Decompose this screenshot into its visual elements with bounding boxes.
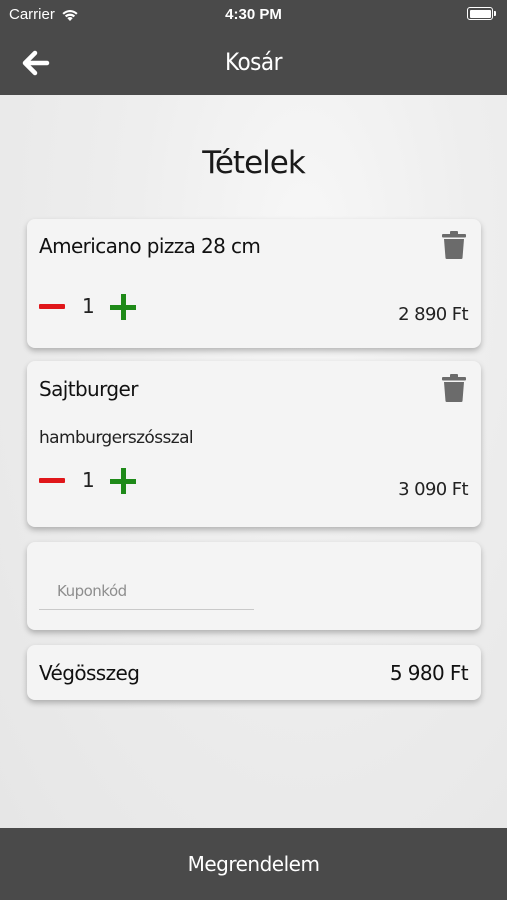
decrease-quantity-button[interactable] [39, 478, 65, 483]
decrease-quantity-button[interactable] [39, 304, 65, 309]
order-button[interactable]: Megrendelem [0, 828, 507, 900]
cart-item: Americano pizza 28 cm 1 2 890 Ft [27, 219, 481, 348]
page-title: Kosár [224, 48, 283, 76]
total-card: Végösszeg 5 980 Ft [27, 645, 481, 700]
increase-quantity-button[interactable] [110, 468, 136, 494]
trash-icon[interactable] [442, 374, 466, 402]
item-name: Sajtburger [39, 377, 138, 401]
clock: 4:30 PM [225, 6, 282, 23]
items-heading: Tételek [202, 145, 306, 181]
item-price: 3 090 Ft [398, 479, 468, 500]
cart-content: Tételek Americano pizza 28 cm 1 2 890 Ft… [0, 95, 507, 828]
coupon-input[interactable] [39, 572, 254, 610]
total-value: 5 980 Ft [389, 661, 469, 685]
nav-bar: Kosár [0, 30, 507, 95]
battery-icon [467, 7, 496, 20]
item-note: hamburgerszósszal [39, 428, 194, 448]
status-bar: Carrier 4:30 PM [0, 0, 507, 30]
coupon-card [27, 542, 481, 630]
trash-icon[interactable] [442, 231, 466, 259]
item-price: 2 890 Ft [398, 304, 468, 325]
item-name: Americano pizza 28 cm [39, 234, 261, 258]
cart-item: Sajtburger hamburgerszósszal 1 3 090 Ft [27, 361, 481, 527]
increase-quantity-button[interactable] [110, 294, 136, 320]
item-quantity: 1 [82, 468, 95, 492]
total-label: Végösszeg [39, 661, 140, 685]
item-quantity: 1 [82, 294, 95, 318]
